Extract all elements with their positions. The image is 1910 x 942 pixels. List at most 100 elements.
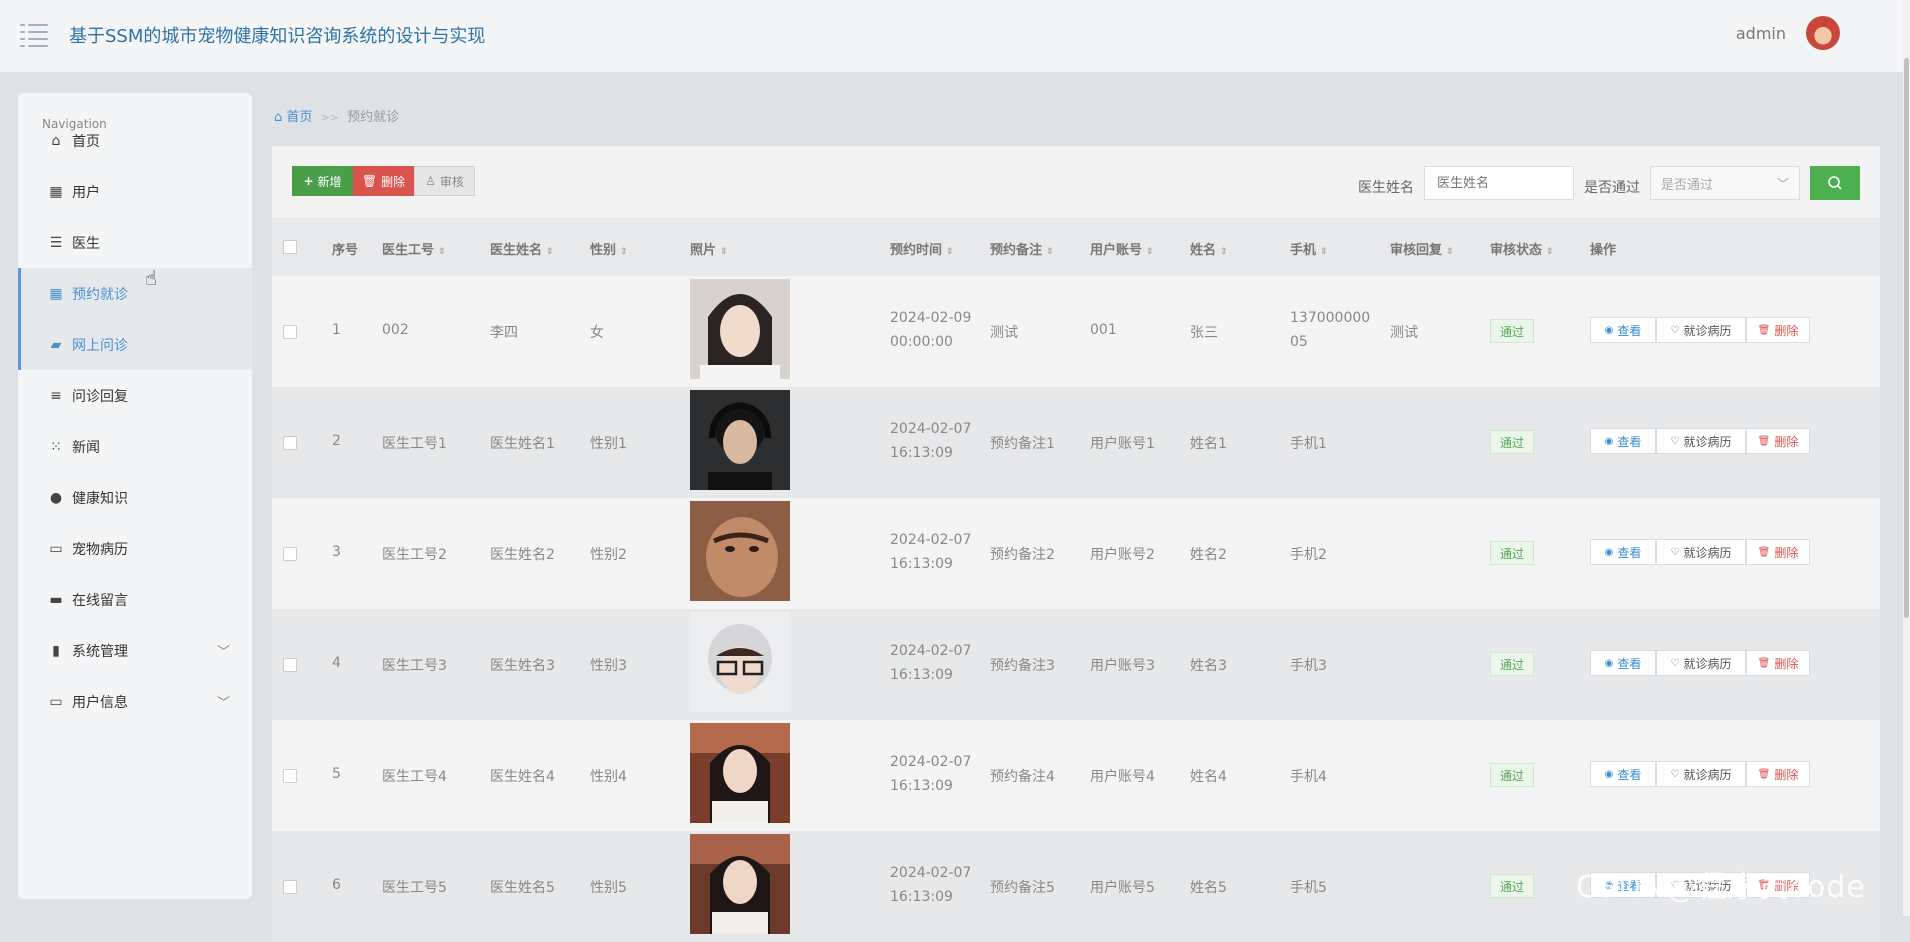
row-delete-button[interactable]: 🗑 删除 xyxy=(1746,539,1810,565)
view-button[interactable]: ◉ 查看 xyxy=(1590,650,1656,676)
medical-record-button[interactable]: ♡ 就诊病历 xyxy=(1656,317,1746,343)
status-badge: 通过 xyxy=(1490,763,1534,787)
medical-record-button-label: 就诊病历 xyxy=(1683,323,1732,338)
sidebar-item[interactable]: ▦ 用户 xyxy=(18,166,252,217)
appointment-note: 预约备注4 xyxy=(990,769,1055,785)
patient-name: 姓名5 xyxy=(1190,880,1227,896)
doctor-name-input[interactable] xyxy=(1424,166,1574,200)
column-header[interactable]: 预约备注 ⇕ xyxy=(990,239,1054,258)
gender: 性别5 xyxy=(590,880,627,896)
row-delete-button[interactable]: 🗑 删除 xyxy=(1746,650,1810,676)
grid-icon: ▦ xyxy=(49,285,63,302)
medical-record-button[interactable]: ♡ 就诊病历 xyxy=(1656,650,1746,676)
sort-icon[interactable]: ⇕ xyxy=(1320,247,1328,257)
row-checkbox[interactable] xyxy=(283,436,297,450)
chevron-down-icon: ﹀ xyxy=(216,645,230,660)
column-header[interactable]: 照片 ⇕ xyxy=(690,239,728,258)
select-all-checkbox[interactable] xyxy=(283,240,297,254)
status-badge: 通过 xyxy=(1490,430,1534,454)
row-number: 1 xyxy=(332,322,341,338)
sidebar-item[interactable]: ⁙ 新闻 xyxy=(18,421,252,472)
row-checkbox[interactable] xyxy=(283,769,297,783)
row-number: 5 xyxy=(332,766,341,782)
row-delete-button[interactable]: 🗑 删除 xyxy=(1746,317,1810,343)
appointment-time: 2024-02-07 xyxy=(890,532,972,548)
view-button-label: 查看 xyxy=(1617,767,1642,782)
avatar[interactable] xyxy=(1806,16,1840,50)
sort-icon[interactable]: ⇕ xyxy=(1146,247,1154,257)
sort-icon[interactable]: ⇕ xyxy=(546,247,554,257)
column-header[interactable]: 医生工号 ⇕ xyxy=(382,239,446,258)
sidebar-item[interactable]: ▬ 在线留言 xyxy=(18,574,252,625)
doctor-photo[interactable] xyxy=(690,723,790,823)
sidebar-item[interactable]: ▦ 预约就诊 xyxy=(18,268,252,319)
table-row: 4 医生工号3 医生姓名3 性别3 预约备注3 用户账号3 姓名3 2024-02-07 16:… xyxy=(272,609,1880,720)
view-button[interactable]: ◉ 查看 xyxy=(1590,428,1656,454)
sidebar-item[interactable]: ≡ 问诊回复 xyxy=(18,370,252,421)
row-checkbox[interactable] xyxy=(283,658,297,672)
sidebar-item[interactable]: ▮ 系统管理 ﹀ xyxy=(18,625,252,676)
view-button-label: 查看 xyxy=(1617,323,1642,338)
sort-icon[interactable]: ⇕ xyxy=(946,247,954,257)
sidebar-item-label: 用户信息 xyxy=(72,694,128,711)
view-button[interactable]: ◉ 查看 xyxy=(1590,539,1656,565)
sort-icon[interactable]: ⇕ xyxy=(1046,247,1054,257)
delete-button[interactable]: 🗑 删除 xyxy=(353,166,414,196)
sidebar-item-label: 新闻 xyxy=(72,439,100,456)
sidebar-item[interactable]: ● 健康知识 xyxy=(18,472,252,523)
column-header[interactable]: 审核回复 ⇕ xyxy=(1390,239,1454,258)
row-checkbox[interactable] xyxy=(283,325,297,339)
row-delete-button[interactable]: 🗑 删除 xyxy=(1746,428,1810,454)
column-header-label: 预约时间 xyxy=(890,243,943,258)
doctor-photo[interactable] xyxy=(690,612,790,712)
sidebar-item-label: 网上问诊 xyxy=(72,337,128,354)
sort-icon[interactable]: ⇕ xyxy=(1446,247,1454,257)
sidebar-item[interactable]: ☰ 医生 xyxy=(18,217,252,268)
add-button[interactable]: + 新增 xyxy=(292,166,353,196)
breadcrumb-home[interactable]: ⌂ 首页 xyxy=(274,110,312,125)
doctor-photo[interactable] xyxy=(690,501,790,601)
column-header[interactable]: 医生姓名 ⇕ xyxy=(490,239,554,258)
folder-icon: ▰ xyxy=(50,336,62,353)
sort-icon[interactable]: ⇕ xyxy=(720,247,728,257)
doctor-photo[interactable] xyxy=(690,834,790,934)
sort-icon[interactable]: ⇕ xyxy=(620,247,628,257)
row-checkbox[interactable] xyxy=(283,547,297,561)
audit-button[interactable]: ♙ 审核 xyxy=(414,166,475,196)
row-delete-button[interactable]: 🗑 删除 xyxy=(1746,761,1810,787)
phone: 手机4 xyxy=(1290,769,1327,785)
column-header[interactable]: 审核状态 ⇕ xyxy=(1490,239,1554,258)
scrollbar[interactable] xyxy=(1903,0,1910,916)
pass-select[interactable]: 是否通过 ﹀ xyxy=(1650,166,1800,200)
column-header[interactable]: 姓名 ⇕ xyxy=(1190,239,1228,258)
medical-record-button[interactable]: ♡ 就诊病历 xyxy=(1656,539,1746,565)
column-header[interactable]: 性别 ⇕ xyxy=(590,239,628,258)
sort-icon[interactable]: ⇕ xyxy=(1546,247,1554,257)
scrollbar-thumb[interactable] xyxy=(1904,58,1909,618)
view-button[interactable]: ◉ 查看 xyxy=(1590,761,1656,787)
column-header[interactable]: 手机 ⇕ xyxy=(1290,239,1328,258)
sidebar-item[interactable]: ▭ 宠物病历 xyxy=(18,523,252,574)
plus-icon: + xyxy=(303,174,314,188)
trash-icon: 🗑 xyxy=(361,174,378,188)
sidebar-item[interactable]: ⌂ 首页 xyxy=(18,115,252,166)
sidebar-item[interactable]: ▰ 网上问诊 xyxy=(18,319,252,370)
view-button[interactable]: ◉ 查看 xyxy=(1590,317,1656,343)
doctor-photo[interactable] xyxy=(690,390,790,490)
column-header[interactable]: 用户账号 ⇕ xyxy=(1090,239,1154,258)
sort-icon[interactable]: ⇕ xyxy=(438,247,446,257)
eye-icon: ◉ xyxy=(1604,435,1614,447)
appointment-time: 16:13:09 xyxy=(890,667,953,683)
search-button[interactable] xyxy=(1810,166,1860,200)
doctor-photo[interactable] xyxy=(690,279,790,379)
sidebar-item[interactable]: ▭ 用户信息 ﹀ xyxy=(18,676,252,727)
row-checkbox[interactable] xyxy=(283,880,297,894)
user-name[interactable]: admin xyxy=(1736,24,1786,43)
row-delete-button-label: 删除 xyxy=(1774,767,1799,782)
list-icon: ≡ xyxy=(50,387,62,404)
sort-icon[interactable]: ⇕ xyxy=(1220,247,1228,257)
column-header[interactable]: 预约时间 ⇕ xyxy=(890,239,954,258)
medical-record-button[interactable]: ♡ 就诊病历 xyxy=(1656,761,1746,787)
menu-toggle-icon[interactable] xyxy=(20,22,48,48)
medical-record-button[interactable]: ♡ 就诊病历 xyxy=(1656,428,1746,454)
